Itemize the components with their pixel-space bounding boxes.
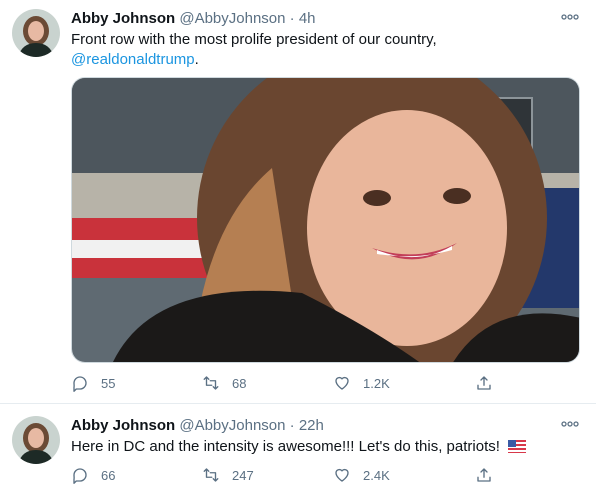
tweet-actions: 66 247 2.4K <box>71 464 501 486</box>
us-flag-icon <box>508 439 527 459</box>
tweet-text: Here in DC and the intensity is awesome!… <box>71 437 571 459</box>
mention-link[interactable]: @realdonaldtrump <box>71 51 195 68</box>
retweet-icon <box>203 468 219 482</box>
more-icon[interactable] <box>558 414 582 434</box>
author-name[interactable]: Abby Johnson <box>71 10 175 27</box>
retweet-button[interactable]: 247 <box>202 464 254 486</box>
reply-button[interactable]: 55 <box>71 372 115 394</box>
tweet-photo[interactable] <box>71 77 580 363</box>
avatar[interactable] <box>12 9 60 57</box>
tweet[interactable]: Abby Johnson @AbbyJohnson · 22h Here in … <box>0 404 596 501</box>
retweet-count: 247 <box>232 467 254 483</box>
like-count: 2.4K <box>363 467 390 483</box>
like-count: 1.2K <box>363 375 390 391</box>
retweet-icon <box>203 376 219 390</box>
author-name[interactable]: Abby Johnson <box>71 417 175 434</box>
reply-icon <box>73 468 87 484</box>
share-button[interactable] <box>475 464 493 486</box>
retweet-button[interactable]: 68 <box>202 372 246 394</box>
separator-dot: · <box>289 417 295 434</box>
like-icon <box>335 376 349 390</box>
reply-button[interactable]: 66 <box>71 464 115 486</box>
author-handle[interactable]: @AbbyJohnson <box>179 10 285 27</box>
avatar[interactable] <box>12 416 60 464</box>
retweet-count: 68 <box>232 375 247 391</box>
like-button[interactable]: 2.4K <box>333 464 390 486</box>
tweet-timestamp[interactable]: 22h <box>299 417 324 434</box>
share-icon <box>477 468 491 482</box>
reply-icon <box>73 376 87 392</box>
share-button[interactable] <box>475 372 493 394</box>
tweet[interactable]: Abby Johnson @AbbyJohnson · 4h Front row… <box>0 0 596 404</box>
tweet-body: Here in DC and the intensity is awesome!… <box>71 438 500 455</box>
reply-count: 55 <box>101 375 116 391</box>
share-icon <box>477 376 491 390</box>
tweet-text: Front row with the most prolife presiden… <box>71 30 571 70</box>
like-button[interactable]: 1.2K <box>333 372 390 394</box>
author-handle[interactable]: @AbbyJohnson <box>179 417 285 434</box>
tweet-header: Abby Johnson @AbbyJohnson · 4h <box>71 9 316 28</box>
tweet-body: Front row with the most prolife presiden… <box>71 31 437 48</box>
tweet-header: Abby Johnson @AbbyJohnson · 22h <box>71 416 324 435</box>
reply-count: 66 <box>101 467 116 483</box>
separator-dot: · <box>289 10 295 27</box>
more-icon[interactable] <box>558 7 582 27</box>
like-icon <box>335 468 349 482</box>
tweet-timestamp[interactable]: 4h <box>299 10 316 27</box>
tweet-actions: 55 68 1.2K <box>71 372 501 394</box>
tweet-body-end: . <box>194 51 199 68</box>
